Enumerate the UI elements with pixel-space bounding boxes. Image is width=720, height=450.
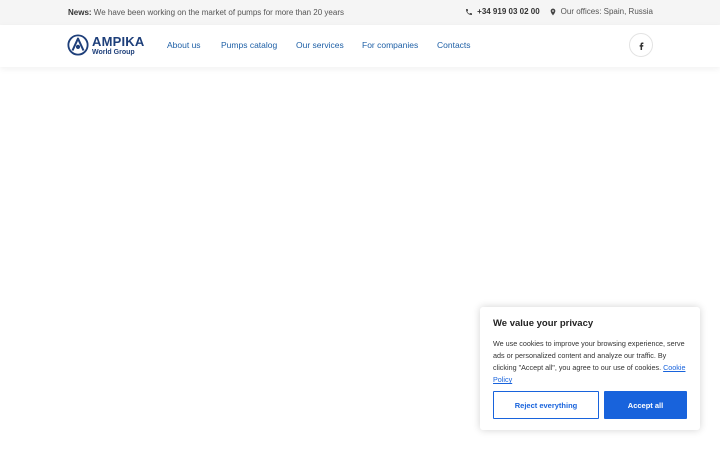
nav-our-services[interactable]: Our services [296, 40, 362, 50]
news-label: News: [68, 8, 92, 17]
phone-link[interactable]: +34 919 03 02 00 [465, 7, 540, 16]
logo-subtitle: World Group [92, 48, 135, 56]
cookie-title: We value your privacy [493, 318, 594, 329]
nav-pumps-catalog[interactable]: Pumps catalog [221, 40, 296, 50]
news-text: We have been working on the market of pu… [91, 8, 344, 17]
reject-everything-button[interactable]: Reject everything [493, 391, 599, 419]
facebook-icon [639, 42, 643, 50]
facebook-button[interactable] [629, 33, 653, 57]
offices-info: Our offices: Spain, Russia [549, 7, 653, 16]
offices-text: Our offices: Spain, Russia [560, 7, 653, 16]
top-bar: News: We have been working on the market… [0, 0, 720, 25]
cookie-text: We use cookies to improve your browsing … [493, 338, 687, 386]
accept-all-button[interactable]: Accept all [604, 391, 687, 419]
ampika-logo-icon [67, 34, 89, 56]
news-ticker: News: We have been working on the market… [68, 8, 344, 17]
nav-for-companies[interactable]: For companies [362, 40, 437, 50]
cookie-consent-banner: We value your privacy We use cookies to … [480, 307, 700, 430]
logo-brand: AMPIKA [92, 33, 145, 49]
logo[interactable]: AMPIKA World Group [67, 34, 144, 56]
main-nav: About us Pumps catalog Our services For … [167, 40, 471, 50]
location-pin-icon [550, 8, 555, 15]
top-contacts: +34 919 03 02 00 Our offices: Spain, Rus… [465, 7, 653, 16]
phone-icon [466, 8, 473, 15]
nav-contacts[interactable]: Contacts [437, 40, 471, 50]
cookie-body: We use cookies to improve your browsing … [493, 339, 685, 372]
cookie-buttons: Reject everything Accept all [493, 391, 687, 419]
phone-number: +34 919 03 02 00 [477, 7, 540, 16]
nav-about-us[interactable]: About us [167, 40, 221, 50]
site-header: AMPIKA World Group About us Pumps catalo… [0, 25, 720, 67]
